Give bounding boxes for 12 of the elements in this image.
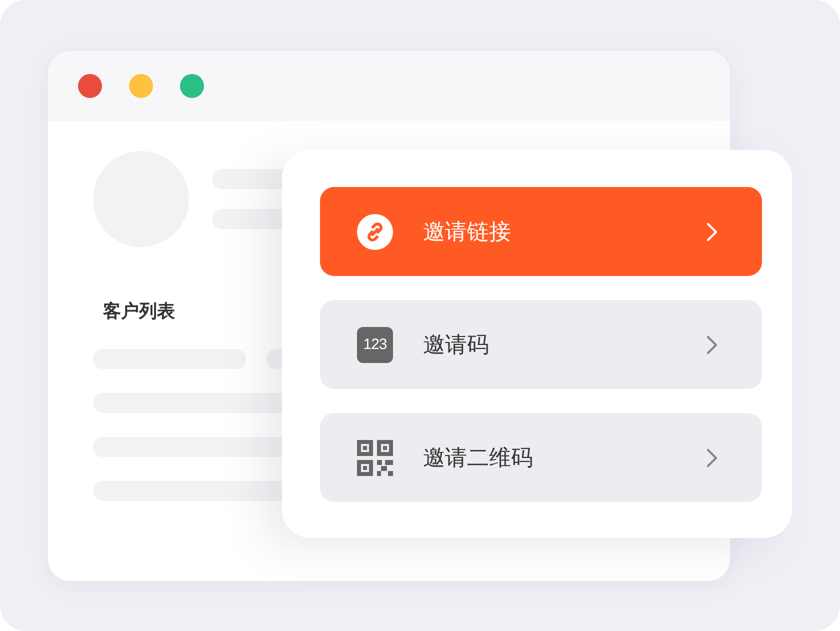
link-icon [357,214,393,250]
section-title: 客户列表 [103,300,176,324]
invite-option[interactable]: 邀请二维码 [320,413,762,502]
chevron-right-icon [706,222,718,242]
invite-option[interactable]: 123 邀请码 [320,300,762,389]
qr-code-icon [357,440,393,476]
number-icon: 123 [357,326,393,362]
chevron-right-icon [706,448,718,468]
window-control-dot[interactable] [180,74,204,98]
window-control-dot[interactable] [129,74,153,98]
chevron-right-icon [706,334,718,354]
window-control-dot[interactable] [78,74,102,98]
